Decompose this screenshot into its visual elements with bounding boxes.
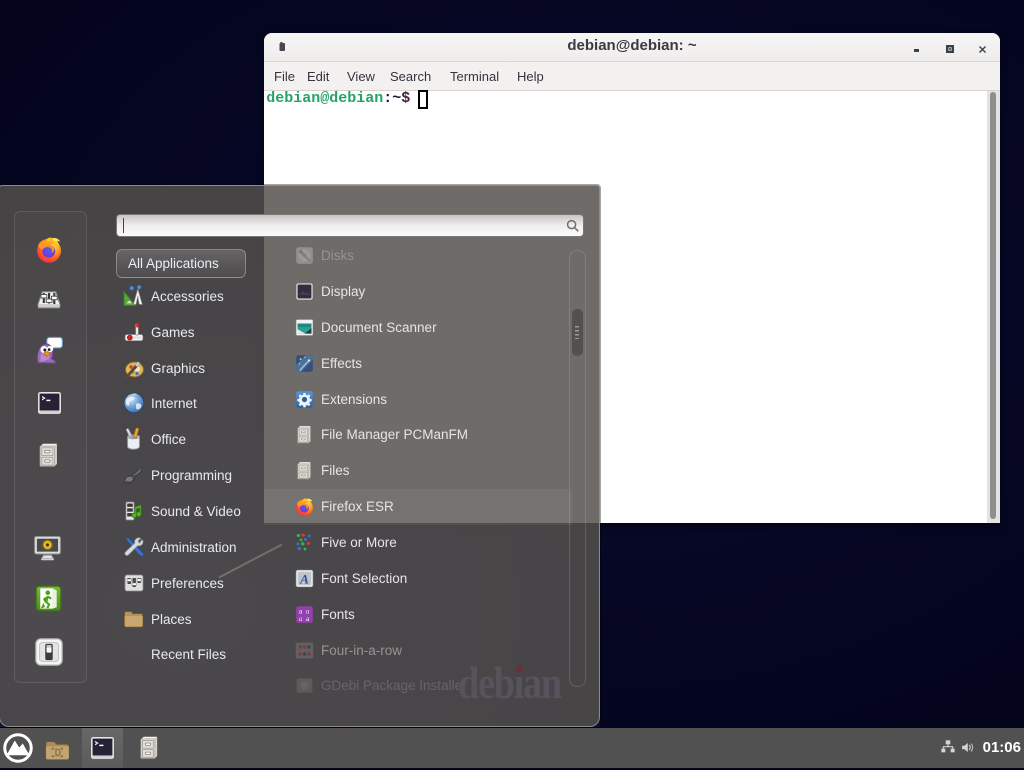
svg-text:A: A — [299, 571, 309, 586]
svg-text:a: a — [299, 614, 303, 623]
